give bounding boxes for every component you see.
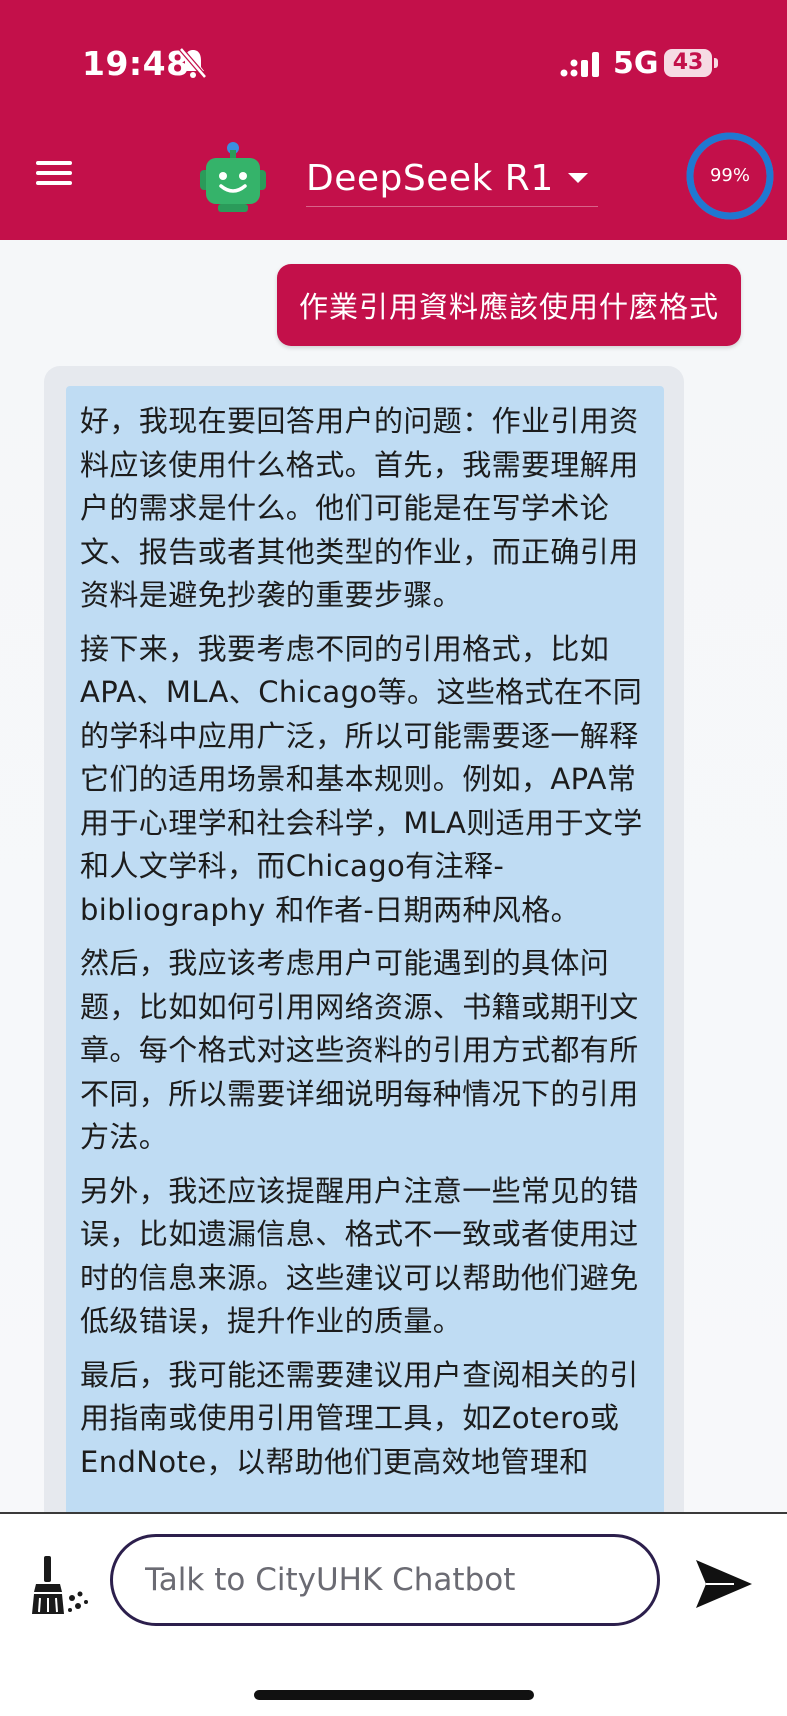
signal-icon xyxy=(560,52,599,77)
home-indicator xyxy=(254,1690,534,1700)
thinking-paragraph: 好，我现在要回答用户的问题：作业引用资料应该使用什么格式。首先，我需要理解用户的… xyxy=(80,404,639,612)
thinking-text: 好，我现在要回答用户的问题：作业引用资料应该使用什么格式。首先，我需要理解用户的… xyxy=(80,400,654,1494)
thinking-paragraph: 然后，我应该考虑用户可能遇到的具体问题，比如如何引用网络资源、书籍或期刊文章。每… xyxy=(80,946,639,1154)
chat-area[interactable]: 作業引用資料應該使用什麼格式 好，我现在要回答用户的问题：作业引用资料应该使用什… xyxy=(0,240,787,1512)
status-time: 19:48 xyxy=(82,44,190,83)
thinking-paragraph: 接下来，我要考虑不同的引用格式，比如APA、MLA、Chicago等。这些格式在… xyxy=(80,631,643,927)
hamburger-menu-icon[interactable] xyxy=(30,155,78,195)
thinking-paragraph: 另外，我还应该提醒用户注意一些常见的错误，比如遗漏信息、格式不一致或者使用过时的… xyxy=(80,1173,639,1339)
model-selector[interactable]: DeepSeek R1 xyxy=(306,150,598,207)
network-label: 5G xyxy=(613,46,659,81)
thinking-paragraph: 最后，我可能还需要建议用户查阅相关的引用指南或使用引用管理工具，如Zotero或… xyxy=(80,1357,639,1479)
model-name: DeepSeek R1 xyxy=(306,157,554,199)
battery-tip xyxy=(714,58,718,68)
message-input[interactable] xyxy=(110,1534,660,1626)
battery-indicator: 43 xyxy=(664,49,712,77)
robot-logo-icon xyxy=(200,142,266,212)
bell-slash-icon xyxy=(179,47,207,79)
send-arrow-icon[interactable] xyxy=(694,1558,754,1610)
composer-bar xyxy=(0,1512,787,1716)
app-header: 19:48 5G 43 DeepSeek R1 99% xyxy=(0,0,787,240)
progress-label: 99% xyxy=(709,165,750,186)
chevron-down-icon xyxy=(567,173,588,183)
broom-icon[interactable] xyxy=(30,1554,94,1618)
status-bar: 19:48 5G 43 xyxy=(0,0,787,130)
user-message-bubble: 作業引用資料應該使用什麼格式 xyxy=(276,264,741,346)
